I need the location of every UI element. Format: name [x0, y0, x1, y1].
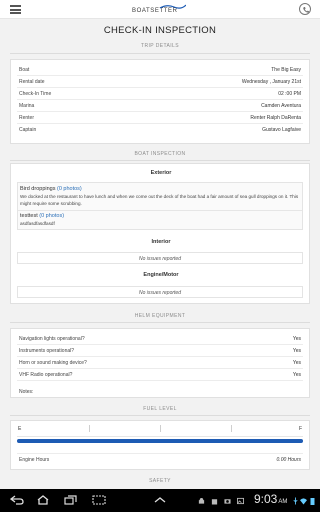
divider — [10, 160, 310, 161]
fuel-empty-label: E — [18, 426, 22, 432]
issue-name: testtest — [20, 213, 38, 219]
section-label-safety: SAFETY — [149, 478, 171, 484]
row-value: Wednesday , January 21st — [241, 79, 301, 85]
app-header: BOATSETTER — [0, 0, 320, 19]
chevron-up-icon[interactable] — [153, 495, 167, 505]
phone-icon[interactable] — [299, 3, 311, 15]
row-label: Rental date — [19, 79, 45, 85]
fuel-gauge-scale: E F — [17, 425, 303, 437]
issue-list: Bird droppings (0 photos) We docked at t… — [17, 182, 303, 230]
camera-icon — [224, 499, 231, 504]
shopping-bag-icon — [211, 499, 218, 505]
trip-details-card: Boat The Big Easy Rental date Wednesday … — [10, 59, 310, 144]
issue-title: testtest (0 photos) — [20, 213, 64, 219]
exterior-heading: Exterior — [150, 170, 172, 176]
trip-row-rental-date: Rental date Wednesday , January 21st — [17, 76, 303, 88]
trip-row-checkin-time: Check-In Time 02 :00 PM — [17, 88, 303, 100]
row-value: Yes — [292, 336, 301, 342]
row-label: Boat — [19, 67, 30, 73]
page-title: CHECK-IN INSPECTION — [103, 25, 217, 36]
divider — [10, 53, 310, 54]
issue-title: Bird droppings (0 photos) — [20, 186, 82, 192]
trip-row-captain: Captain Gustavo Lagfaive — [17, 124, 303, 136]
fuel-tick — [160, 425, 161, 432]
section-label-trip-details: TRIP DETAILS — [141, 43, 179, 49]
row-label: Instruments operational? — [19, 348, 75, 354]
clock-hour: 9:03 — [254, 492, 278, 506]
wave-icon — [160, 4, 186, 9]
row-value: Yes — [292, 348, 301, 354]
menu-icon[interactable] — [10, 5, 21, 14]
helm-row-horn: Horn or sound making device? Yes — [17, 357, 303, 369]
row-label: Captain — [19, 127, 37, 133]
wifi-icon — [300, 498, 307, 505]
photos-link[interactable]: (0 photos) — [39, 213, 64, 219]
recents-icon[interactable] — [64, 495, 78, 505]
row-value: Yes — [292, 360, 301, 366]
clock-time: 9:03AM — [254, 492, 287, 506]
interior-heading: Interior — [151, 239, 171, 245]
section-label-fuel-level: FUEL LEVEL — [143, 406, 177, 412]
fuel-card: E F Engine Hours 0.00 Hours — [10, 420, 310, 470]
fuel-tick — [89, 425, 90, 432]
issue-description: We docked at the restaurant to have lunc… — [20, 194, 299, 206]
row-label: Engine Hours — [19, 457, 50, 463]
divider — [10, 415, 310, 416]
row-value: Yes — [292, 372, 301, 378]
usb-icon — [293, 497, 298, 505]
row-label: Navigation lights operational? — [19, 336, 85, 342]
row-label: Renter — [19, 115, 35, 121]
engine-heading: Engine/Motor — [143, 272, 179, 278]
section-label-helm-equipment: HELM EQUIPMENT — [134, 313, 186, 319]
issue-description: asdfasdfasdfasdf — [20, 221, 55, 226]
issue-name: Bird droppings — [20, 186, 56, 192]
row-label: Check-In Time — [19, 91, 52, 97]
row-value: The Big Easy — [271, 67, 301, 73]
image-icon — [237, 497, 244, 505]
trip-row-boat: Boat The Big Easy — [17, 64, 303, 76]
fuel-level-fill — [17, 439, 303, 443]
row-label: Horn or sound making device? — [19, 360, 87, 366]
row-value: 0.00 Hours — [276, 457, 301, 463]
interior-status: No issues reported — [17, 252, 303, 264]
helm-row-nav-lights: Navigation lights operational? Yes — [17, 333, 303, 345]
engine-hours-row: Engine Hours 0.00 Hours — [17, 453, 303, 465]
section-label-boat-inspection: BOAT INSPECTION — [134, 151, 186, 157]
row-label: VHF Radio operational? — [19, 372, 73, 378]
fuel-level-bar — [17, 439, 303, 443]
helm-row-vhf: VHF Radio operational? Yes — [17, 369, 303, 381]
brand-logo: BOATSETTER — [132, 4, 188, 16]
home-icon[interactable] — [36, 495, 50, 505]
row-value: Camden Aventura — [261, 103, 301, 109]
row-value: 02 :00 PM — [278, 91, 301, 97]
fuel-full-label: F — [298, 426, 302, 432]
row-value: Renter Ralph DaRenta — [250, 115, 301, 121]
photos-link[interactable]: (0 photos) — [57, 186, 82, 192]
helm-equipment-card: Navigation lights operational? Yes Instr… — [10, 328, 310, 398]
trip-row-marina: Marina Camden Aventura — [17, 100, 303, 112]
boat-inspection-card: Exterior Bird droppings (0 photos) We do… — [10, 163, 310, 304]
notes-label: Notes: — [19, 389, 34, 395]
android-icon — [198, 497, 205, 504]
trip-row-renter: Renter Renter Ralph DaRenta — [17, 112, 303, 124]
back-icon[interactable] — [10, 495, 24, 505]
screenshot-icon[interactable] — [92, 495, 106, 505]
divider — [10, 322, 310, 323]
fuel-tick — [231, 425, 232, 432]
divider — [18, 210, 302, 211]
helm-row-instruments: Instruments operational? Yes — [17, 345, 303, 357]
clock-ampm: AM — [278, 499, 288, 505]
row-label: Marina — [19, 103, 35, 109]
row-value: Gustavo Lagfaive — [262, 127, 301, 133]
system-nav-bar: 9:03AM — [0, 489, 320, 512]
engine-status: No issues reported — [17, 286, 303, 298]
battery-icon — [310, 498, 315, 505]
